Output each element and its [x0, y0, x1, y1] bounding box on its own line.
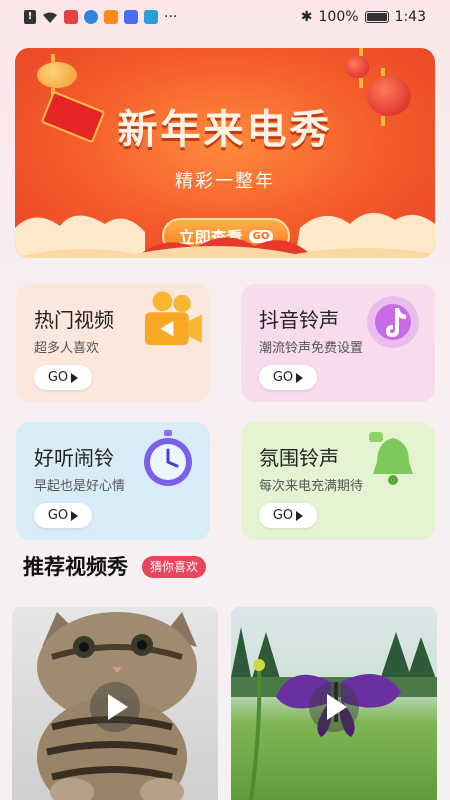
go-label: GO [272, 370, 294, 385]
card-ambient-ringtones[interactable]: 氛围铃声 每次来电充满期待 GO [241, 422, 435, 540]
play-arrow-icon [71, 372, 79, 383]
section-title: 推荐视频秀 [23, 555, 128, 579]
music-app-notification-icon [124, 10, 138, 24]
more-notifications-icon: ··· [164, 9, 178, 25]
card-description: 潮流铃声免费设置 [259, 341, 364, 356]
play-icon [326, 694, 347, 720]
video-thumbnail-butterfly[interactable] [231, 607, 437, 800]
play-arrow-icon [296, 372, 304, 383]
go-button[interactable]: GO [259, 503, 317, 528]
card-title: 好听闹铃 [34, 446, 114, 470]
wifi-icon [43, 12, 57, 23]
guess-you-like-badge: 猜你喜欢 [142, 556, 207, 578]
search-app-notification-icon [144, 10, 158, 24]
play-button[interactable] [90, 682, 140, 732]
banner-title: 新年来电秀 [117, 106, 333, 153]
card-description: 每次来电充满期待 [259, 479, 364, 494]
card-description: 早起也是好心情 [34, 479, 126, 494]
battery-percent: 100% [318, 9, 359, 25]
lantern-icon [37, 54, 77, 98]
go-label: GO [47, 508, 69, 523]
status-bar: ! ··· ✱ 100% 1:43 [0, 0, 450, 34]
app-notification-icon [64, 10, 78, 24]
card-title: 氛围铃声 [259, 446, 339, 470]
clouds-decoration [15, 212, 435, 258]
go-button[interactable]: GO [259, 365, 317, 390]
go-label: GO [47, 370, 69, 385]
play-icon [107, 694, 128, 720]
card-hot-videos[interactable]: 热门视频 超多人喜欢 GO [16, 284, 210, 402]
go-label: GO [272, 508, 294, 523]
browser-notification-icon [84, 10, 98, 24]
clock: 1:43 [394, 9, 426, 25]
bell-icon [369, 432, 413, 485]
bluetooth-icon: ✱ [300, 9, 313, 25]
video-thumbnail-kitten[interactable] [12, 607, 218, 800]
video-camera-icon [144, 291, 202, 346]
card-alarm-sounds[interactable]: 好听闹铃 早起也是好心情 GO [16, 422, 210, 540]
go-button[interactable]: GO [34, 365, 92, 390]
banner-subtitle: 精彩一整年 [175, 171, 275, 192]
lantern-icon [345, 48, 369, 88]
battery-icon [364, 11, 389, 23]
card-title: 热门视频 [34, 308, 114, 332]
alarm-clock-icon [144, 430, 192, 486]
play-arrow-icon [71, 510, 79, 521]
card-douyin-ringtones[interactable]: 抖音铃声 潮流铃声免费设置 GO [241, 284, 435, 402]
card-title: 抖音铃声 [259, 308, 339, 332]
status-notifications: ! ··· [24, 9, 177, 25]
play-arrow-icon [296, 510, 304, 521]
new-year-banner[interactable]: 新年来电秀 精彩一整年 立即查看 GO [15, 48, 435, 258]
play-button[interactable] [309, 682, 359, 732]
video-app-notification-icon [104, 10, 118, 24]
go-button[interactable]: GO [34, 503, 92, 528]
status-system: ✱ 100% 1:43 [301, 9, 426, 25]
alert-icon: ! [24, 10, 36, 24]
card-description: 超多人喜欢 [34, 341, 100, 356]
tiktok-note-icon [367, 296, 419, 348]
